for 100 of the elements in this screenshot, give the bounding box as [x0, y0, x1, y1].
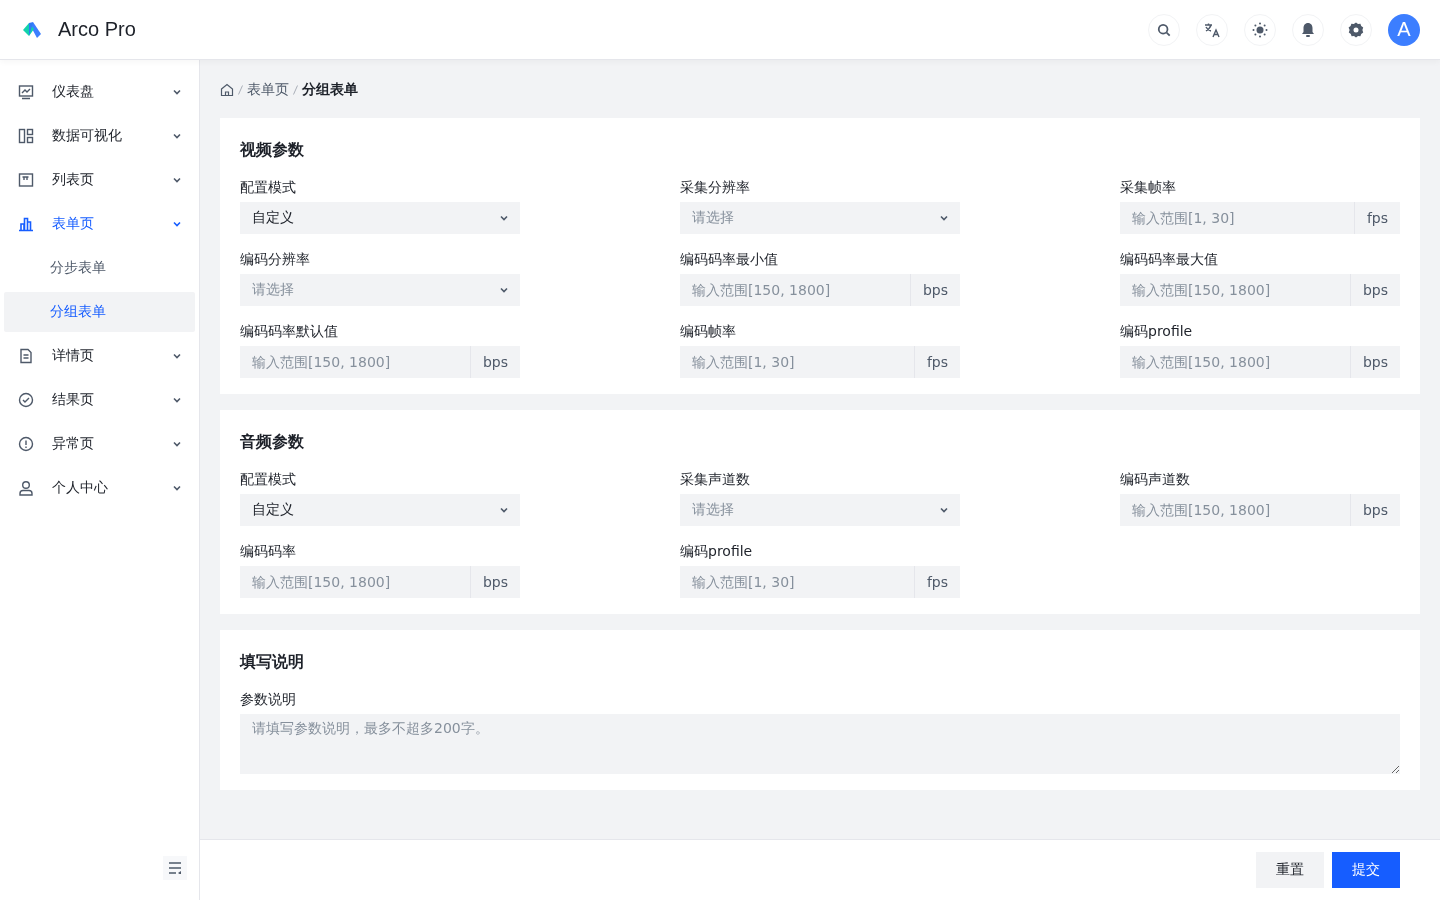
field-label: 参数说明 [240, 690, 297, 709]
chevron-down-icon [500, 287, 508, 293]
field-label: 编码profile [680, 542, 754, 561]
input-group[interactable]: 输入范围[1, 30] fps [680, 566, 960, 598]
sun-icon [1252, 21, 1268, 38]
field-label: 编码码率最大值 [1120, 250, 1219, 269]
breadcrumb-item[interactable]: 表单页 [247, 81, 289, 99]
field-label: 采集分辨率 [680, 178, 751, 197]
input-field[interactable]: 输入范围[150, 1800] [1120, 494, 1350, 526]
chevron-down-icon [173, 397, 181, 403]
input-field[interactable]: 输入范围[150, 1800] [1120, 346, 1350, 378]
unit-addon: bps [469, 566, 520, 598]
reset-button[interactable]: 重置 [1256, 852, 1324, 888]
chevron-down-icon [173, 221, 181, 227]
field-label: 编码分辨率 [240, 250, 311, 269]
breadcrumb-item: 分组表单 [302, 81, 358, 99]
user-avatar[interactable]: A [1388, 13, 1420, 46]
exclamation-circle-icon [18, 436, 34, 452]
input-group[interactable]: 输入范围[1, 30] fps [1120, 202, 1400, 234]
section-title: 填写说明 [240, 651, 305, 673]
settings-button[interactable] [1340, 13, 1372, 46]
bar-chart-icon [18, 216, 34, 232]
input-field[interactable]: 输入范围[1, 30] [680, 566, 914, 598]
field-label: 编码码率最小值 [680, 250, 779, 269]
input-group[interactable]: 输入范围[150, 1800] bps [1120, 494, 1400, 526]
input-group[interactable]: 输入范围[150, 1800] bps [680, 274, 960, 306]
menu-item[interactable]: 表单页 [4, 204, 195, 244]
input-field[interactable]: 输入范围[150, 1800] [1120, 274, 1350, 306]
input-group[interactable]: 输入范围[150, 1800] bps [240, 346, 520, 378]
search-button[interactable] [1148, 13, 1180, 46]
input-field[interactable]: 输入范围[1, 30] [680, 346, 914, 378]
menu-item[interactable]: 详情页 [4, 336, 195, 376]
board-icon [18, 172, 34, 188]
menu-item[interactable]: 数据可视化 [4, 116, 195, 156]
search-icon [1157, 22, 1171, 37]
chevron-down-icon [940, 215, 948, 221]
unit-addon: bps [469, 346, 520, 378]
field-label: 配置模式 [240, 178, 297, 197]
menu-item[interactable]: 异常页 [4, 424, 195, 464]
chevron-down-icon [173, 441, 181, 447]
submit-button[interactable]: 提交 [1332, 852, 1400, 888]
unit-addon: bps [909, 274, 960, 306]
bell-icon [1301, 21, 1315, 38]
field-label: 编码profile [1120, 322, 1194, 341]
submenu-item[interactable]: 分组表单 [4, 292, 195, 332]
chevron-down-icon [173, 353, 181, 359]
check-circle-icon [18, 392, 34, 408]
select-field[interactable]: 自定义 [240, 202, 520, 234]
bell-button[interactable] [1292, 13, 1324, 46]
menu-item[interactable]: 个人中心 [4, 468, 195, 508]
home-icon[interactable] [220, 83, 234, 97]
chevron-down-icon [173, 177, 181, 183]
chevron-down-icon [173, 485, 181, 491]
input-group[interactable]: 输入范围[150, 1800] bps [240, 566, 520, 598]
collapse-icon [168, 862, 182, 874]
monitor-icon [18, 84, 34, 100]
translate-icon [1204, 21, 1220, 38]
person-icon [18, 480, 34, 496]
unit-addon: fps [913, 346, 960, 378]
collapse-menu-button[interactable] [163, 856, 187, 880]
input-field[interactable]: 输入范围[150, 1800] [240, 346, 470, 378]
translate-button[interactable] [1196, 13, 1228, 46]
app-title: Arco Pro [58, 18, 136, 41]
select-field[interactable]: 自定义 [240, 494, 520, 526]
input-field[interactable]: 输入范围[1, 30] [1120, 202, 1354, 234]
chevron-down-icon [500, 215, 508, 221]
field-label: 采集声道数 [680, 470, 751, 489]
layout-icon [18, 128, 34, 144]
menu-item[interactable]: 列表页 [4, 160, 195, 200]
input-field[interactable]: 输入范围[150, 1800] [240, 566, 470, 598]
input-group[interactable]: 输入范围[150, 1800] bps [1120, 346, 1400, 378]
unit-addon: fps [1353, 202, 1400, 234]
field-label: 编码码率默认值 [240, 322, 339, 341]
menu-item[interactable]: 仪表盘 [4, 72, 195, 112]
menu-item[interactable]: 结果页 [4, 380, 195, 420]
input-group[interactable]: 输入范围[150, 1800] bps [1120, 274, 1400, 306]
field-label: 编码帧率 [680, 322, 737, 341]
textarea-field[interactable]: 请填写参数说明，最多不超多200字。 [240, 714, 1400, 774]
chevron-down-icon [173, 133, 181, 139]
sun-button[interactable] [1244, 13, 1276, 46]
settings-icon [1348, 21, 1364, 38]
separator-icon [293, 85, 298, 95]
unit-addon: bps [1349, 494, 1400, 526]
unit-addon: bps [1349, 346, 1400, 378]
section-title: 音频参数 [240, 431, 305, 453]
input-field[interactable]: 输入范围[150, 1800] [680, 274, 910, 306]
chevron-down-icon [940, 507, 948, 513]
chevron-down-icon [500, 507, 508, 513]
chevron-down-icon [173, 89, 181, 95]
field-label: 编码声道数 [1120, 470, 1191, 489]
field-label: 采集帧率 [1120, 178, 1177, 197]
submenu-item[interactable]: 分步表单 [4, 248, 195, 288]
separator-icon [238, 85, 243, 95]
field-label: 配置模式 [240, 470, 297, 489]
unit-addon: bps [1349, 274, 1400, 306]
input-group[interactable]: 输入范围[1, 30] fps [680, 346, 960, 378]
field-label: 编码码率 [240, 542, 297, 561]
document-icon [18, 348, 34, 364]
unit-addon: fps [913, 566, 960, 598]
section-title: 视频参数 [240, 139, 305, 161]
